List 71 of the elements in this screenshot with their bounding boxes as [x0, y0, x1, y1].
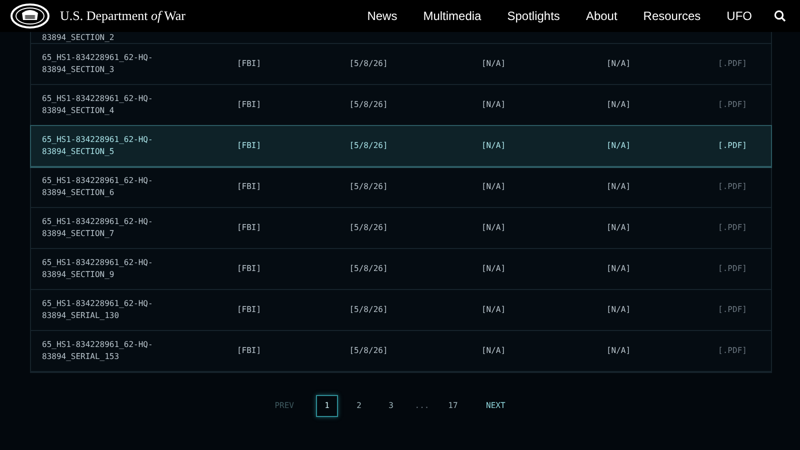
file-name-cell-text: 65_HS1-834228961_62-HQ-83894_SECTION_5: [42, 134, 154, 158]
file-name-cell-text: 65_HS1-834228961_62-HQ-83894_SECTION_4: [42, 93, 154, 117]
date-cell-text: [5/8/26]: [348, 140, 389, 152]
file-name-cell-text: 65_HS1-834228961_62-HQ-83894_SECTION_3: [42, 52, 154, 76]
site-title[interactable]: U.S. Department of War: [60, 6, 186, 26]
file-name-cell-text: 65_HS1-834228961_62-HQ-83894_SERIAL_153: [42, 339, 154, 363]
table-cell-text: [N/A]: [480, 263, 507, 275]
file-name-cell: 83894_SECTION_2: [42, 32, 114, 43]
table-cell-text: [N/A]: [480, 58, 507, 70]
table-cell-text: [N/A]: [480, 99, 507, 111]
file-type-cell-text: [.PDF]: [717, 222, 748, 234]
table-cell-text: [N/A]: [605, 222, 632, 234]
agency-cell-text: [FBI]: [236, 345, 262, 357]
nav-link[interactable]: Spotlights: [507, 7, 560, 25]
seal-logo-icon: [10, 3, 50, 29]
table-cell-text: [N/A]: [480, 304, 507, 316]
date-cell-text: [5/8/26]: [348, 345, 389, 357]
file-row[interactable]: 65_HS1-834228961_62-HQ-83894_SECTION_5 [FBI] [5/8/26] [N/A] [N/A] [.PDF]: [31, 126, 771, 167]
file-type-cell-text: [.PDF]: [717, 140, 748, 152]
date-cell-text: [5/8/26]: [348, 304, 389, 316]
agency-cell-text: [FBI]: [236, 304, 262, 316]
agency-cell-text: [FBI]: [236, 181, 262, 193]
table-cell-text: [N/A]: [480, 345, 507, 357]
file-type-cell-text: [.PDF]: [717, 263, 748, 275]
nav-link[interactable]: Resources: [643, 7, 701, 25]
page-button[interactable]: 17: [442, 395, 464, 417]
next-button[interactable]: NEXT: [480, 395, 512, 417]
file-name-cell-text: 65_HS1-834228961_62-HQ-83894_SERIAL_130: [42, 298, 154, 322]
table-cell-text: [N/A]: [480, 181, 507, 193]
agency-cell-text: [FBI]: [236, 222, 262, 234]
date-cell-text: [5/8/26]: [348, 263, 389, 275]
agency-cell-text: [FBI]: [236, 263, 262, 275]
pagination-ellipsis: ...: [414, 400, 430, 412]
nav-link[interactable]: UFO: [726, 7, 752, 25]
date-cell-text: [5/8/26]: [348, 181, 389, 193]
nav-link[interactable]: Multimedia: [423, 7, 482, 25]
page-button[interactable]: 1: [316, 395, 338, 417]
file-type-cell-text: [.PDF]: [717, 58, 748, 70]
table-cell-text: [N/A]: [605, 58, 632, 70]
table-cell-text: [N/A]: [605, 99, 632, 111]
table-cell-text: [N/A]: [605, 304, 632, 316]
table-cell-text: [N/A]: [480, 140, 507, 152]
file-row[interactable]: 65_HS1-834228961_62-HQ-83894_SERIAL_130 [FBI] [5/8/26] [N/A] [N/A] [.PDF]: [31, 290, 771, 331]
table-cell-text: [N/A]: [605, 140, 632, 152]
table-cell-text: [N/A]: [605, 345, 632, 357]
agency-cell-text: [FBI]: [236, 58, 262, 70]
file-name-cell-text: 65_HS1-834228961_62-HQ-83894_SECTION_7: [42, 216, 154, 240]
date-cell-text: [5/8/26]: [348, 58, 389, 70]
date-cell-text: [5/8/26]: [348, 222, 389, 234]
nav-link[interactable]: About: [586, 7, 618, 25]
file-type-cell-text: [.PDF]: [717, 304, 748, 316]
file-type-cell-text: [.PDF]: [717, 345, 748, 357]
page-button[interactable]: 2: [348, 395, 370, 417]
table-cell-text: [N/A]: [480, 222, 507, 234]
file-type-cell-text: [.PDF]: [717, 99, 748, 111]
file-row[interactable]: 65_HS1-834228961_62-HQ-83894_SERIAL_153 [FBI] [5/8/26] [N/A] [N/A] [.PDF]: [31, 331, 771, 372]
table-cell-text: [N/A]: [605, 263, 632, 275]
file-row[interactable]: 65_HS1-834228961_62-HQ-83894_SECTION_9 [FBI] [5/8/26] [N/A] [N/A] [.PDF]: [31, 249, 771, 290]
file-name-cell-text: 65_HS1-834228961_62-HQ-83894_SECTION_6: [42, 175, 154, 199]
search-icon[interactable]: [774, 10, 786, 22]
table-cell-text: [N/A]: [605, 181, 632, 193]
file-name-cell-text: 65_HS1-834228961_62-HQ-83894_SECTION_9: [42, 257, 154, 281]
agency-cell-text: [FBI]: [236, 99, 262, 111]
file-row[interactable]: 65_HS1-834228961_62-HQ-83894_SECTION_3 [FBI] [5/8/26] [N/A] [N/A] [.PDF]: [31, 44, 771, 85]
file-type-cell-text: [.PDF]: [717, 181, 748, 193]
date-cell-text: [5/8/26]: [348, 99, 389, 111]
agency-cell-text: [FBI]: [236, 140, 262, 152]
file-row[interactable]: 65_HS1-834228961_62-HQ-83894_SECTION_6 [FBI] [5/8/26] [N/A] [N/A] [.PDF]: [31, 167, 771, 208]
nav-link[interactable]: News: [367, 7, 398, 25]
file-row[interactable]: 65_HS1-834228961_62-HQ-83894_SECTION_7 [FBI] [5/8/26] [N/A] [N/A] [.PDF]: [31, 208, 771, 249]
page-button[interactable]: 3: [380, 395, 402, 417]
